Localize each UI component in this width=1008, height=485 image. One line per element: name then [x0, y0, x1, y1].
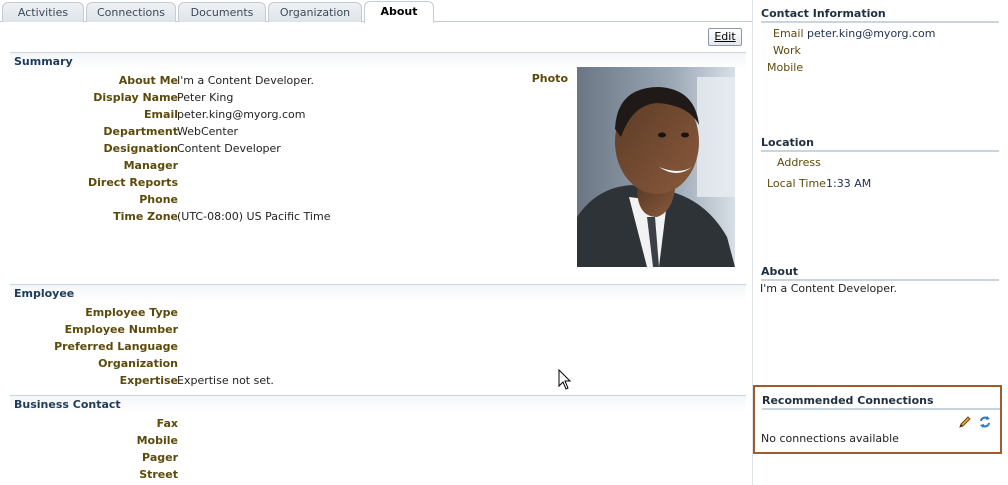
field-value: I'm a Content Developer.	[177, 74, 315, 87]
employee-row-type: Employee Type	[10, 304, 530, 321]
about-text: I'm a Content Developer.	[760, 282, 898, 295]
field-label: Employee Number	[64, 323, 178, 336]
field-label: Employee Type	[85, 306, 178, 319]
pencil-icon[interactable]	[958, 415, 972, 429]
summary-row-manager: Manager	[10, 157, 530, 174]
employee-row-number: Employee Number	[10, 321, 530, 338]
employee-section-header: Employee	[10, 284, 746, 302]
summary-row-email: Email peter.king@myorg.com	[10, 106, 530, 123]
field-label: Mobile	[136, 434, 178, 447]
summary-row-direct-reports: Direct Reports	[10, 174, 530, 191]
employee-row-expertise: Expertise Expertise not set.	[10, 372, 530, 389]
location-header: Location	[761, 136, 999, 152]
business-row-street: Street	[10, 466, 530, 483]
business-row-mobile: Mobile	[10, 432, 530, 449]
field-label: Expertise	[119, 374, 178, 387]
field-value: Peter King	[177, 91, 234, 104]
profile-sidebar: Contact Information Email peter.king@myo…	[752, 0, 1008, 485]
summary-row-time-zone: Time Zone (UTC-08:00) US Pacific Time	[10, 208, 530, 225]
field-value: WebCenter	[177, 125, 239, 138]
employee-row-organization: Organization	[10, 355, 530, 372]
field-label: Fax	[156, 417, 178, 430]
profile-photo-image	[577, 67, 735, 267]
tab-organization[interactable]: Organization	[268, 2, 362, 22]
business-row-fax: Fax	[10, 415, 530, 432]
contact-email-value[interactable]: peter.king@myorg.com	[807, 27, 935, 40]
field-value: Content Developer	[177, 142, 281, 155]
tab-connections[interactable]: Connections	[86, 2, 176, 22]
about-header: About	[761, 265, 999, 281]
field-label: Designation	[103, 142, 178, 155]
location-address-label: Address	[777, 156, 821, 169]
profile-tabbar: Activities Connections Documents Organiz…	[0, 0, 752, 23]
tab-activities[interactable]: Activities	[2, 2, 84, 22]
field-value: (UTC-08:00) US Pacific Time	[177, 210, 331, 223]
field-label: Email	[144, 108, 178, 121]
summary-row-about-me: About Me I'm a Content Developer.	[10, 72, 530, 89]
field-label: Department	[103, 125, 178, 138]
field-label: Organization	[98, 357, 178, 370]
field-label: Time Zone	[113, 210, 178, 223]
location-local-time-label: Local Time	[767, 177, 826, 190]
recommended-empty-text: No connections available	[761, 432, 899, 445]
field-value: peter.king@myorg.com	[177, 108, 306, 121]
field-label: Street	[139, 468, 178, 481]
employee-row-language: Preferred Language	[10, 338, 530, 355]
field-label: About Me	[118, 74, 178, 87]
field-label: Preferred Language	[54, 340, 178, 353]
field-label: Phone	[139, 193, 178, 206]
refresh-icon[interactable]	[978, 415, 992, 429]
recommended-connections-header: Recommended Connections	[762, 394, 1000, 410]
contact-info-header: Contact Information	[761, 7, 999, 23]
business-contact-section-header: Business Contact	[10, 395, 746, 413]
location-local-time-value: 1:33 AM	[826, 177, 872, 190]
field-value: Expertise not set.	[177, 374, 274, 387]
contact-mobile-label: Mobile	[767, 61, 804, 74]
tab-about[interactable]: About	[364, 1, 434, 23]
mouse-cursor-icon	[558, 369, 572, 390]
profile-main-panel: Activities Connections Documents Organiz…	[0, 0, 752, 485]
field-label: Pager	[142, 451, 178, 464]
contact-work-label: Work	[773, 44, 801, 57]
recommended-connections-panel: Recommended Connections No connections a…	[753, 385, 1002, 454]
field-label: Manager	[123, 159, 178, 172]
summary-row-department: Department WebCenter	[10, 123, 530, 140]
summary-row-display-name: Display Name Peter King	[10, 89, 530, 106]
contact-email-label: Email	[773, 27, 804, 40]
summary-row-phone: Phone	[10, 191, 530, 208]
profile-photo	[577, 67, 735, 267]
edit-button[interactable]: Edit	[708, 28, 742, 46]
field-label: Direct Reports	[88, 176, 178, 189]
summary-row-designation: Designation Content Developer	[10, 140, 530, 157]
photo-label: Photo	[531, 72, 568, 85]
tab-documents[interactable]: Documents	[178, 2, 266, 22]
field-label: Display Name	[93, 91, 178, 104]
business-row-pager: Pager	[10, 449, 530, 466]
